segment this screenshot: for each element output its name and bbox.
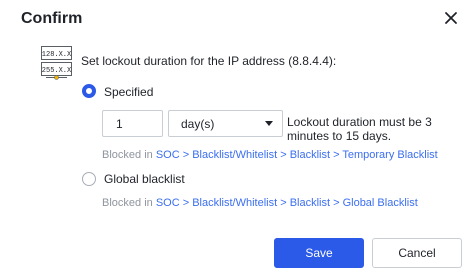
svg-text:255.X.X: 255.X.X: [42, 67, 72, 75]
specified-label[interactable]: Specified: [104, 84, 153, 100]
global-blacklist-link[interactable]: SOC > Blacklist/Whitelist > Blacklist > …: [156, 197, 418, 209]
specified-radio[interactable]: [82, 84, 96, 98]
duration-unit-select[interactable]: day(s): [168, 110, 283, 137]
confirm-dialog: Confirm 128.X.X 255.X.X Set lockout dura…: [0, 0, 474, 272]
duration-unit-value: day(s): [181, 117, 215, 131]
svg-text:128.X.X: 128.X.X: [42, 51, 72, 59]
global-blacklist-label[interactable]: Global blacklist: [104, 171, 185, 187]
duration-hint: Lockout duration must be 3 minutes to 15…: [287, 115, 432, 143]
lockout-prompt: Set lockout duration for the IP address …: [81, 54, 337, 68]
cancel-button[interactable]: Cancel: [372, 238, 462, 268]
save-button[interactable]: Save: [274, 238, 364, 268]
caret-down-icon: [265, 121, 273, 126]
global-blacklist-radio[interactable]: [82, 172, 96, 186]
global-blacklist-path: Blocked in SOC > Blacklist/Whitelist > B…: [102, 196, 418, 210]
dialog-title: Confirm: [21, 10, 83, 27]
temporary-blacklist-path: Blocked in SOC > Blacklist/Whitelist > B…: [102, 148, 438, 162]
path-prefix: Blocked in: [102, 149, 153, 161]
temporary-blacklist-link[interactable]: SOC > Blacklist/Whitelist > Blacklist > …: [156, 149, 438, 161]
path-prefix: Blocked in: [102, 197, 153, 209]
duration-input[interactable]: [102, 110, 163, 137]
ip-address-icon: 128.X.X 255.X.X: [41, 46, 72, 80]
close-icon[interactable]: [444, 11, 458, 25]
